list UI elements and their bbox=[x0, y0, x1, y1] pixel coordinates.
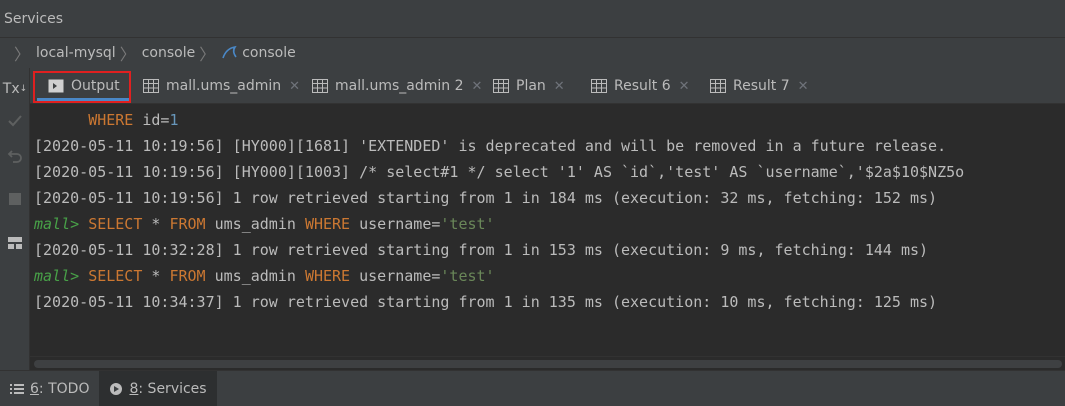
list-icon bbox=[10, 383, 24, 394]
sql-keyword: FROM bbox=[169, 267, 206, 285]
sql-keyword: WHERE bbox=[88, 111, 134, 129]
services-icon bbox=[110, 382, 123, 395]
console-query-line: mall> SELECT * FROM ums_admin WHERE user… bbox=[34, 263, 495, 289]
sql-text: ums_admin bbox=[205, 267, 305, 285]
console-line: [2020-05-11 10:19:56] [HY000][1003] /* s… bbox=[34, 163, 965, 181]
rollback-icon[interactable] bbox=[0, 142, 30, 168]
tab-plan[interactable]: Plan ✕ bbox=[493, 68, 565, 104]
sql-text: * bbox=[142, 267, 170, 285]
table-grid-icon bbox=[591, 79, 607, 93]
tab-label: mall.ums_admin 2 bbox=[335, 78, 464, 94]
sql-keyword: WHERE bbox=[304, 215, 351, 233]
sql-text: * bbox=[142, 215, 170, 233]
tab-result-7[interactable]: Result 7 ✕ bbox=[710, 68, 809, 104]
close-icon[interactable]: ✕ bbox=[471, 79, 482, 94]
sql-text: id= bbox=[133, 111, 170, 129]
left-toolbar: Tx ↓ bbox=[0, 68, 30, 370]
table-grid-icon bbox=[710, 79, 726, 93]
close-icon[interactable]: ✕ bbox=[289, 79, 300, 94]
console-prompt: mall> bbox=[34, 267, 80, 285]
todo-label: : TODO bbox=[38, 380, 90, 397]
tab-result-6[interactable]: Result 6 ✕ bbox=[591, 68, 690, 104]
sql-keyword: WHERE bbox=[304, 267, 351, 285]
console-output-icon bbox=[48, 79, 64, 93]
commit-icon[interactable] bbox=[0, 108, 30, 134]
tab-mall-ums-admin-2[interactable]: mall.ums_admin 2 ✕ bbox=[312, 68, 482, 104]
tab-label: Result 7 bbox=[733, 78, 790, 94]
todo-tool-button[interactable]: 6: TODO bbox=[0, 371, 99, 406]
tab-mall-ums-admin[interactable]: mall.ums_admin ✕ bbox=[143, 68, 300, 104]
sql-text: username= bbox=[350, 215, 441, 233]
tab-label: Output bbox=[71, 78, 120, 94]
stop-icon[interactable] bbox=[0, 186, 30, 212]
table-grid-icon bbox=[143, 79, 159, 93]
sql-keyword: SELECT bbox=[88, 215, 143, 233]
sql-keyword: FROM bbox=[169, 215, 206, 233]
tab-label: mall.ums_admin bbox=[166, 78, 282, 94]
services-label: : Services bbox=[138, 380, 207, 397]
sql-string: 'test' bbox=[440, 215, 495, 233]
todo-shortcut: 6 bbox=[30, 380, 39, 397]
services-tool-button[interactable]: 8: Services bbox=[99, 370, 217, 406]
output-console[interactable]: WHERE id=1 [2020-05-11 10:19:56] [HY000]… bbox=[30, 104, 1065, 356]
console-query-line: mall> SELECT * FROM ums_admin WHERE user… bbox=[34, 211, 495, 237]
console-line: [2020-05-11 10:19:56] [HY000][1681] 'EXT… bbox=[34, 137, 947, 155]
scrollbar-thumb[interactable] bbox=[34, 360, 1062, 368]
console-line: [2020-05-11 10:34:37] 1 row retrieved st… bbox=[34, 293, 938, 311]
table-grid-icon bbox=[312, 79, 328, 93]
sql-text: username= bbox=[350, 267, 441, 285]
breadcrumb: 〉 local-mysql 〉 console 〉 console bbox=[0, 38, 1065, 68]
services-title-bar: Services bbox=[0, 0, 1065, 38]
breadcrumb-item-datasource[interactable]: local-mysql bbox=[36, 45, 116, 61]
breadcrumb-item-console-session[interactable]: console bbox=[242, 45, 296, 61]
breadcrumb-separator-icon: 〉 bbox=[14, 45, 31, 64]
services-shortcut: 8 bbox=[129, 380, 139, 397]
transaction-mode-button[interactable]: Tx ↓ bbox=[0, 76, 30, 102]
sql-string: 'test' bbox=[440, 267, 495, 285]
close-icon[interactable]: ✕ bbox=[679, 79, 690, 94]
active-tab-underline bbox=[37, 98, 129, 101]
console-line: WHERE id=1 bbox=[34, 107, 179, 133]
close-icon[interactable]: ✕ bbox=[798, 79, 809, 94]
sql-number: 1 bbox=[169, 111, 179, 129]
console-prompt: mall> bbox=[34, 215, 80, 233]
breadcrumb-item-console[interactable]: console bbox=[142, 45, 196, 61]
bottom-tool-window-bar: 6: TODO 8: Services bbox=[0, 370, 1065, 406]
tx-label: Tx bbox=[2, 81, 20, 97]
tab-label: Plan bbox=[516, 78, 546, 94]
close-icon[interactable]: ✕ bbox=[554, 79, 565, 94]
result-tab-bar: Output mall.ums_admin ✕ mall.ums_admin 2… bbox=[30, 68, 1065, 104]
window-title: Services bbox=[4, 10, 64, 27]
console-dolphin-icon bbox=[222, 45, 237, 59]
layout-icon[interactable] bbox=[0, 230, 30, 256]
breadcrumb-separator-icon: 〉 bbox=[119, 45, 136, 64]
table-grid-icon bbox=[493, 79, 509, 93]
breadcrumb-separator-icon: 〉 bbox=[199, 45, 216, 64]
horizontal-scrollbar[interactable] bbox=[30, 356, 1065, 370]
console-line: [2020-05-11 10:32:28] 1 row retrieved st… bbox=[34, 241, 929, 259]
sql-text: ums_admin bbox=[205, 215, 305, 233]
tab-label: Result 6 bbox=[614, 78, 671, 94]
console-line: [2020-05-11 10:19:56] 1 row retrieved st… bbox=[34, 189, 938, 207]
sql-keyword: SELECT bbox=[88, 267, 143, 285]
